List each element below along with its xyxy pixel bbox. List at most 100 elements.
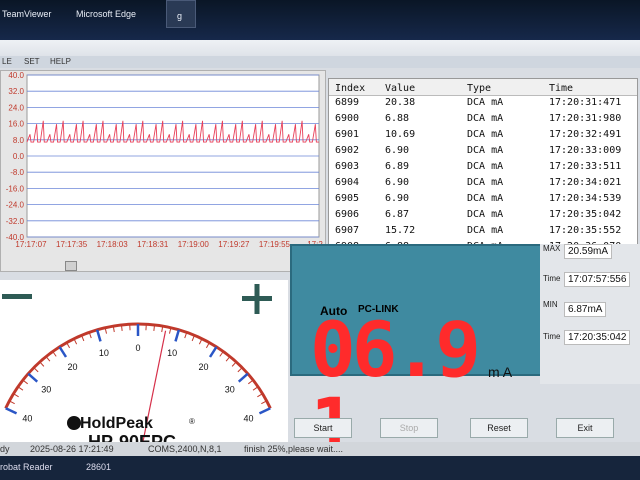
- min-time-label: Time: [543, 332, 561, 341]
- trend-chart-panel: 40.0 32.0 24.0 16.0 8.0 0.0 -8.0 -16.0 -24.0 -32.…: [0, 70, 326, 272]
- cell-index: 6906: [335, 209, 360, 220]
- menu-set[interactable]: SET: [24, 57, 40, 66]
- start-button[interactable]: Start: [294, 418, 352, 438]
- taskbar-item-g[interactable]: g: [166, 0, 196, 28]
- desktop-taskbar: TeamViewer Microsoft Edge g: [0, 0, 640, 40]
- y-tick-label: 24.0: [8, 103, 24, 112]
- cell-type: DCA mA: [467, 145, 504, 156]
- cell-index: 6904: [335, 177, 360, 188]
- title-bar: [0, 40, 640, 56]
- cell-value: 6.90: [385, 193, 410, 204]
- gauge-minor-tick: [252, 386, 259, 391]
- column-header-value[interactable]: Value: [385, 83, 415, 94]
- plus-icon[interactable]: [254, 284, 260, 314]
- gauge-minor-tick: [39, 361, 45, 367]
- column-header-index[interactable]: Index: [335, 83, 365, 94]
- gauge-major-tick: [58, 346, 68, 358]
- cell-time: 17:20:31:471: [549, 97, 622, 108]
- stats-panel: MAX 20.59mA Time 17:07:57:556 MIN 6.87mA…: [540, 244, 640, 384]
- y-tick-label: 8.0: [13, 136, 25, 145]
- max-time-value: 17:07:57:556: [564, 272, 631, 287]
- table-row[interactable]: 6900 6.88 DCA mA 17:20:31:980: [329, 113, 637, 126]
- chart-scroll-thumb[interactable]: [65, 261, 77, 271]
- gauge-minor-tick: [13, 393, 19, 398]
- y-tick-label: 40.0: [8, 71, 24, 80]
- registered-mark: ®: [189, 417, 195, 426]
- cell-type: DCA mA: [467, 113, 504, 124]
- y-tick-label: -32.0: [6, 217, 25, 226]
- cell-index: 6899: [335, 97, 360, 108]
- y-tick-label: 16.0: [8, 120, 24, 129]
- lcd-display: Auto PC-LINK 06.9 1 m A: [290, 244, 544, 464]
- gauge-major-tick: [95, 329, 102, 342]
- cell-time: 17:20:35:552: [549, 225, 622, 236]
- menu-file[interactable]: LE: [2, 57, 12, 66]
- gauge-minor-tick: [22, 379, 28, 385]
- brand-logo-text: HoldPeak: [80, 415, 153, 432]
- gauge-scale-label: 0: [135, 343, 140, 353]
- bottom-taskbar: robat Reader 28601: [0, 456, 640, 480]
- cell-index: 6903: [335, 161, 360, 172]
- gauge-scale-label: 20: [67, 362, 77, 372]
- x-tick-label: 17:18:31: [137, 240, 169, 249]
- cell-value: 6.87: [385, 209, 410, 220]
- cell-value: 6.90: [385, 177, 410, 188]
- column-header-time[interactable]: Time: [549, 83, 573, 94]
- table-row[interactable]: 6904 6.90 DCA mA 17:20:34:021: [329, 177, 637, 190]
- cell-type: DCA mA: [467, 161, 504, 172]
- table-row[interactable]: 6899 20.38 DCA mA 17:20:31:471: [329, 97, 637, 110]
- stop-button[interactable]: Stop: [380, 418, 438, 438]
- taskbar-item-acrobat[interactable]: robat Reader: [0, 462, 53, 472]
- cell-value: 6.89: [385, 161, 410, 172]
- gauge-arc: [4, 322, 272, 409]
- gauge-minor-tick: [120, 324, 123, 331]
- table-row[interactable]: 6903 6.89 DCA mA 17:20:33:511: [329, 161, 637, 174]
- table-row[interactable]: 6902 6.90 DCA mA 17:20:33:009: [329, 145, 637, 158]
- table-row[interactable]: 6905 6.90 DCA mA 17:20:34:539: [329, 193, 637, 206]
- cell-value: 20.38: [385, 97, 416, 108]
- status-port-settings: COMS,2400,N,8,1: [148, 444, 222, 454]
- cell-time: 17:20:35:042: [549, 209, 622, 220]
- x-tick-label: 17:17:35: [56, 240, 88, 249]
- gauge-minor-tick: [231, 361, 237, 367]
- y-tick-label: -24.0: [6, 201, 25, 210]
- gauge-scale-label: 10: [167, 348, 177, 358]
- min-time-value: 17:20:35:042: [564, 330, 631, 345]
- x-tick-label: 17:17:07: [15, 240, 47, 249]
- cell-type: DCA mA: [467, 225, 504, 236]
- trend-chart: 40.0 32.0 24.0 16.0 8.0 0.0 -8.0 -16.0 -24.0 -32.…: [6, 71, 324, 249]
- x-tick-label: 17:19:55: [259, 240, 291, 249]
- max-label: MAX: [543, 244, 561, 253]
- gauge-minor-tick: [17, 386, 24, 391]
- gauge-minor-tick: [45, 356, 51, 362]
- table-row[interactable]: 6907 15.72 DCA mA 17:20:35:552: [329, 225, 637, 238]
- gauge-scale-label: 40: [22, 413, 32, 423]
- reset-button[interactable]: Reset: [470, 418, 528, 438]
- min-label: MIN: [543, 300, 558, 309]
- table-row[interactable]: 6906 6.87 DCA mA 17:20:35:042: [329, 209, 637, 222]
- menu-help[interactable]: HELP: [50, 57, 71, 66]
- gauge-major-tick: [208, 346, 218, 358]
- gauge-major-tick: [174, 329, 181, 342]
- cell-time: 17:20:32:491: [549, 129, 622, 140]
- taskbar-item-number[interactable]: 28601: [86, 462, 111, 472]
- taskbar-item-edge[interactable]: Microsoft Edge: [76, 9, 136, 19]
- cell-type: DCA mA: [467, 177, 504, 188]
- status-ready: dy: [0, 444, 10, 454]
- cell-index: 6907: [335, 225, 360, 236]
- cell-time: 17:20:31:980: [549, 113, 622, 124]
- cell-type: DCA mA: [467, 193, 504, 204]
- table-row[interactable]: 6901 10.69 DCA mA 17:20:32:491: [329, 129, 637, 142]
- cell-type: DCA mA: [467, 129, 504, 140]
- y-tick-label: 32.0: [8, 87, 24, 96]
- minus-icon[interactable]: [2, 294, 32, 299]
- gauge-scale-label: 20: [199, 362, 209, 372]
- analog-gauge-panel: 40302010010203040 HoldPeak ® HP-90EPC: [0, 280, 288, 466]
- cell-time: 17:20:33:511: [549, 161, 622, 172]
- taskbar-item-teamviewer[interactable]: TeamViewer: [2, 9, 51, 19]
- exit-button[interactable]: Exit: [556, 418, 614, 438]
- column-header-type[interactable]: Type: [467, 83, 491, 94]
- cell-time: 17:20:34:021: [549, 177, 622, 188]
- cell-time: 17:20:33:009: [549, 145, 622, 156]
- gauge-scale-label: 40: [244, 413, 254, 423]
